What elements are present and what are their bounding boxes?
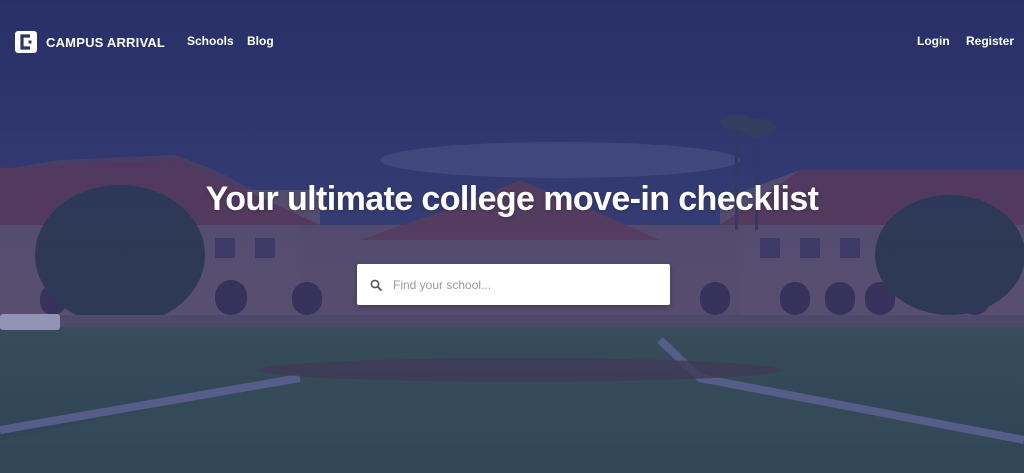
hero-headline: Your ultimate college move-in checklist (205, 180, 819, 218)
school-search-box[interactable] (357, 264, 670, 305)
nav-link-blog[interactable]: Blog (247, 34, 274, 48)
brand-name: CAMPUS ARRIVAL (46, 34, 166, 50)
brand-home-link[interactable]: CAMPUS ARRIVAL (14, 30, 165, 54)
login-link[interactable]: Login (917, 34, 950, 48)
register-link[interactable]: Register (966, 34, 1014, 48)
campus-arrival-logo-icon (15, 31, 37, 53)
school-search-input[interactable] (391, 276, 665, 293)
search-icon (370, 279, 382, 291)
top-navigation: CAMPUS ARRIVAL Schools Blog Login Regist… (0, 0, 1024, 82)
nav-link-schools[interactable]: Schools (187, 34, 234, 48)
